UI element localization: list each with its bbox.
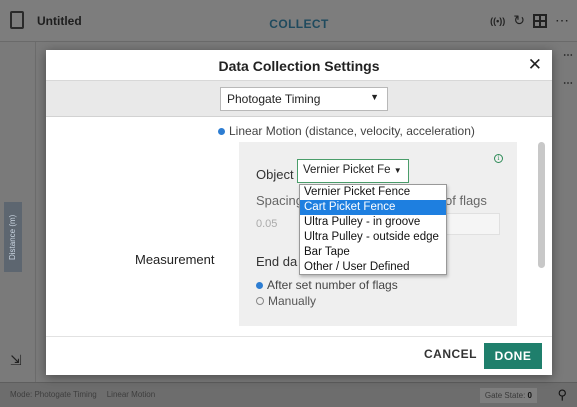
done-button[interactable]: DONE xyxy=(484,343,542,369)
dropdown-option[interactable]: Ultra Pulley - outside edge xyxy=(300,230,446,245)
gate-state-badge: Gate State: 0 xyxy=(479,388,537,403)
top-toolbar: Untitled COLLECT ((•)) ↻ ⋯ xyxy=(0,0,577,42)
radio-selected-icon xyxy=(218,127,225,135)
left-rail: Distance (m) xyxy=(0,42,36,382)
y-axis-label[interactable]: Distance (m) xyxy=(4,202,22,272)
status-bar: Mode: Photogate Timing Linear Motion Gat… xyxy=(0,382,577,407)
more-icon[interactable]: ⋯ xyxy=(563,50,573,61)
object-select[interactable]: Vernier Picket Fe ▼ xyxy=(297,159,409,183)
spacing-label: Spacing xyxy=(256,193,303,208)
spacing-input[interactable]: 0.05 xyxy=(252,213,302,235)
mode-select-value: Photogate Timing xyxy=(227,92,321,106)
more-icon[interactable]: ⋯ xyxy=(563,78,573,89)
chevron-down-icon: ▼ xyxy=(393,166,402,175)
mode-row: Mode Photogate Timing ▼ xyxy=(46,81,552,117)
end-data-label: End da xyxy=(256,254,298,269)
dialog-header: Data Collection Settings ✕ xyxy=(46,50,552,81)
scrollbar-thumb[interactable] xyxy=(538,142,545,268)
status-mode: Mode: Photogate Timing Linear Motion xyxy=(10,390,155,399)
radio-selected-icon xyxy=(256,281,263,289)
chevron-down-icon: ▼ xyxy=(370,92,379,102)
linear-motion-label: Linear Motion (distance, velocity, accel… xyxy=(229,124,475,138)
dialog-scrollbar[interactable] xyxy=(538,142,546,272)
right-strip: ⋯ ⋯ xyxy=(555,42,577,382)
graph-tools-icon[interactable]: ⇲ xyxy=(10,352,22,369)
close-icon[interactable]: ✕ xyxy=(528,55,542,75)
document-title[interactable]: Untitled xyxy=(37,14,82,28)
file-icon[interactable] xyxy=(10,11,24,29)
object-dropdown-list: Vernier Picket Fence Cart Picket Fence U… xyxy=(299,184,447,275)
probe-icon[interactable]: ⚲ xyxy=(557,387,567,403)
end-after-flags-radio[interactable]: After set number of flags xyxy=(256,278,398,292)
end-manually-label: Manually xyxy=(268,294,317,308)
gate-state-label: Gate State: xyxy=(484,391,526,400)
radio-unselected-icon xyxy=(256,297,264,305)
dropdown-option[interactable]: Ultra Pulley - in groove xyxy=(300,215,446,230)
object-label: Object xyxy=(256,167,294,182)
toolbar-icons: ((•)) ↻ ⋯ xyxy=(490,12,569,29)
end-after-flags-label: After set number of flags xyxy=(267,278,398,292)
cancel-button[interactable]: CANCEL xyxy=(424,347,477,361)
object-select-value: Vernier Picket Fe xyxy=(303,164,391,176)
gate-state-value: 0 xyxy=(527,391,532,400)
end-manually-radio[interactable]: Manually xyxy=(256,294,316,308)
dropdown-option[interactable]: Other / User Defined xyxy=(300,260,446,275)
info-icon[interactable]: i xyxy=(494,154,503,163)
layout-icon[interactable] xyxy=(533,13,547,28)
more-icon[interactable]: ⋯ xyxy=(555,12,569,29)
status-mode-text: Mode: Photogate Timing xyxy=(10,390,97,399)
flags-label: of flags xyxy=(445,193,487,208)
mode-select[interactable]: Photogate Timing ▼ xyxy=(220,87,388,111)
dialog-footer: CANCEL DONE xyxy=(46,336,552,375)
collect-button[interactable]: COLLECT xyxy=(258,12,340,36)
dialog-title: Data Collection Settings xyxy=(218,58,380,74)
rotate-icon[interactable]: ↻ xyxy=(513,12,525,29)
dropdown-option[interactable]: Bar Tape xyxy=(300,245,446,260)
flags-input[interactable] xyxy=(445,213,500,235)
dropdown-option-highlighted[interactable]: Cart Picket Fence xyxy=(300,200,446,215)
sensor-icon[interactable]: ((•)) xyxy=(490,16,505,26)
dropdown-option[interactable]: Vernier Picket Fence xyxy=(300,185,446,200)
linear-motion-radio[interactable]: Linear Motion (distance, velocity, accel… xyxy=(218,124,475,138)
measurement-label: Measurement xyxy=(135,252,215,267)
status-submode-text: Linear Motion xyxy=(106,390,156,399)
